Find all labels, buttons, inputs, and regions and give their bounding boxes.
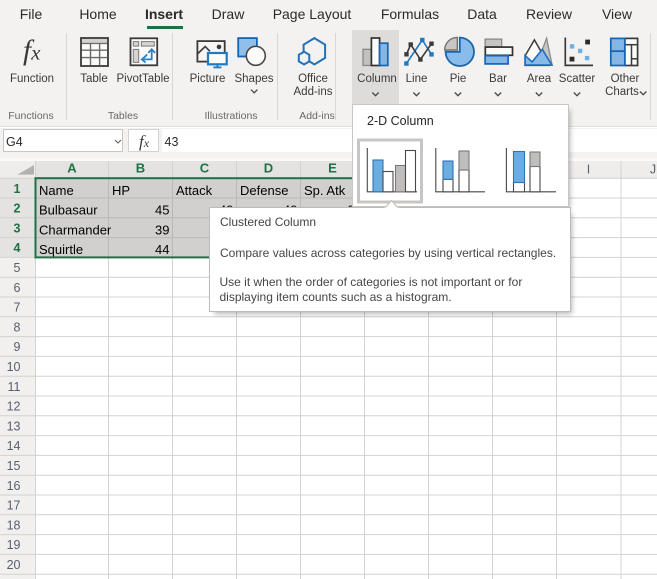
- svg-text:C: C: [200, 161, 210, 176]
- svg-text:fx: fx: [23, 35, 41, 67]
- svg-text:HP: HP: [112, 183, 130, 198]
- svg-text:20: 20: [7, 558, 21, 572]
- svg-text:Attack: Attack: [176, 183, 213, 198]
- svg-text:7: 7: [14, 301, 21, 315]
- svg-text:Charmander: Charmander: [39, 222, 112, 237]
- svg-text:16: 16: [7, 479, 21, 493]
- svg-text:Squirtle: Squirtle: [39, 242, 83, 257]
- svg-text:A: A: [67, 161, 77, 176]
- svg-text:J: J: [650, 162, 656, 176]
- svg-text:8: 8: [14, 320, 21, 334]
- svg-text:4: 4: [14, 241, 21, 255]
- svg-text:E: E: [328, 161, 337, 176]
- svg-text:9: 9: [14, 340, 21, 354]
- svg-text:1: 1: [14, 182, 21, 196]
- svg-text:6: 6: [14, 281, 21, 295]
- svg-text:12: 12: [7, 400, 21, 414]
- svg-text:18: 18: [7, 518, 21, 532]
- svg-text:5: 5: [14, 261, 21, 275]
- svg-text:17: 17: [7, 499, 21, 513]
- svg-text:3: 3: [14, 221, 21, 235]
- svg-text:44: 44: [155, 242, 169, 257]
- svg-text:19: 19: [7, 538, 21, 552]
- svg-text:I: I: [587, 162, 590, 176]
- svg-text:Defense: Defense: [240, 183, 288, 198]
- svg-text:13: 13: [7, 419, 21, 433]
- svg-text:15: 15: [7, 459, 21, 473]
- svg-text:2: 2: [14, 202, 21, 216]
- svg-text:Sp. Atk: Sp. Atk: [304, 183, 346, 198]
- svg-text:11: 11: [8, 380, 21, 394]
- svg-text:39: 39: [155, 222, 169, 237]
- svg-text:10: 10: [7, 360, 21, 374]
- svg-text:14: 14: [7, 439, 21, 453]
- svg-text:B: B: [136, 161, 145, 176]
- svg-text:D: D: [264, 161, 273, 176]
- svg-text:45: 45: [155, 203, 169, 218]
- svg-text:Bulbasaur: Bulbasaur: [39, 203, 98, 218]
- svg-text:Name: Name: [39, 183, 74, 198]
